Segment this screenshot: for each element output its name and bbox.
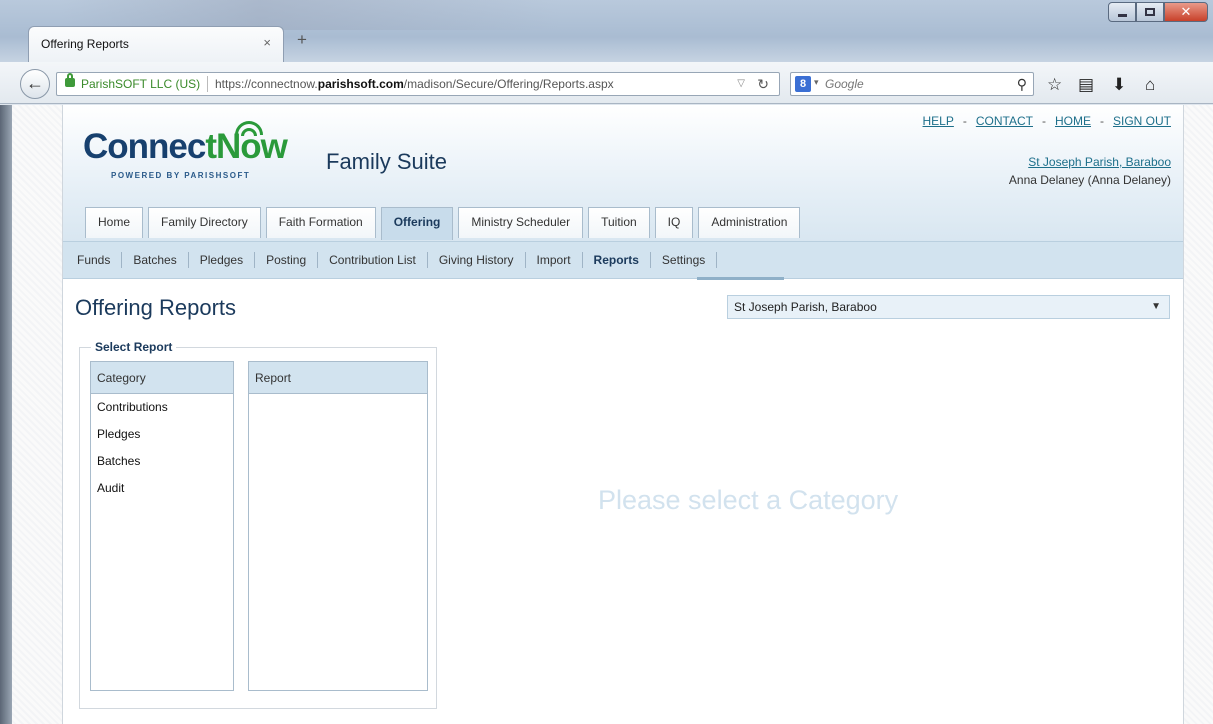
link-separator: -	[962, 114, 967, 128]
subnav-import[interactable]: Import	[537, 253, 571, 267]
page-title: Offering Reports	[75, 295, 237, 320]
tab-close-icon[interactable]: ×	[263, 35, 271, 50]
new-tab-button[interactable]: +	[292, 30, 312, 50]
subnav-divider	[716, 252, 718, 268]
parish-select[interactable]: St Joseph Parish, Baraboo ▼	[727, 295, 1170, 319]
tab-faith-formation[interactable]: Faith Formation	[265, 207, 376, 238]
search-icon[interactable]: ⚲	[1017, 76, 1027, 93]
url-prefix: https://connectnow.	[215, 77, 318, 91]
subnav-posting[interactable]: Posting	[266, 253, 306, 267]
close-window-button[interactable]: ✕	[1164, 2, 1208, 22]
search-engine-dropdown-icon[interactable]: ▾	[814, 77, 819, 88]
lock-icon	[65, 73, 75, 87]
subnav-divider	[649, 252, 651, 268]
tab-administration[interactable]: Administration	[698, 207, 801, 238]
dropdown-arrow-icon[interactable]: ▼	[1151, 296, 1161, 318]
tab-iq[interactable]: IQ	[654, 207, 694, 238]
tab-offering[interactable]: Offering	[380, 207, 454, 240]
address-url[interactable]: https://connectnow.parishsoft.com/madiso…	[215, 73, 614, 95]
connectnow-logo[interactable]: ConnectNow POWERED BY PARISHSOFT	[83, 121, 288, 180]
browser-titlebar: Offering Reports × + ✕	[0, 0, 1213, 62]
subnav-divider	[426, 252, 428, 268]
back-arrow-icon: ←	[26, 73, 44, 93]
tab-tuition[interactable]: Tuition	[588, 207, 650, 238]
tab-family-directory[interactable]: Family Directory	[148, 207, 261, 238]
tab-ministry-scheduler[interactable]: Ministry Scheduler	[458, 207, 584, 238]
close-icon: ✕	[1180, 4, 1192, 19]
help-link[interactable]: HELP	[923, 114, 954, 128]
subnav-divider	[581, 252, 583, 268]
site-identity[interactable]: ParishSOFT LLC (US)	[81, 73, 200, 95]
search-bar[interactable]: 8 ▾ Google ⚲	[790, 72, 1034, 96]
site-header: ConnectNow POWERED BY PARISHSOFT Family …	[63, 105, 1183, 255]
home-link[interactable]: HOME	[1055, 114, 1091, 128]
google-plus-icon[interactable]: 8	[795, 76, 811, 92]
address-separator	[207, 76, 208, 92]
logo-tagline: POWERED BY PARISHSOFT	[111, 171, 251, 180]
sign-out-link[interactable]: SIGN OUT	[1113, 114, 1171, 128]
subnav-divider	[254, 252, 256, 268]
search-placeholder: Google	[825, 77, 864, 91]
logo-part-connec: Connec	[83, 127, 206, 166]
maximize-icon	[1145, 8, 1155, 16]
browser-navbar: ← ParishSOFT LLC (US) https://connectnow…	[0, 62, 1213, 104]
active-subnav-indicator	[697, 277, 784, 280]
bookmark-star-icon[interactable]: ☆	[1047, 75, 1062, 95]
logo-part-cross: t	[205, 127, 217, 166]
subnav-batches[interactable]: Batches	[133, 253, 176, 267]
subnav-divider	[317, 252, 319, 268]
subnav-reports[interactable]: Reports	[594, 253, 639, 267]
report-list[interactable]: Report	[248, 361, 428, 691]
category-list[interactable]: Category Contributions Pledges Batches Audi…	[90, 361, 234, 691]
category-item-batches[interactable]: Batches	[91, 448, 233, 475]
category-item-audit[interactable]: Audit	[91, 475, 233, 502]
subnav-divider	[187, 252, 189, 268]
current-user: Anna Delaney (Anna Delaney)	[1008, 173, 1171, 187]
minimize-button[interactable]	[1108, 2, 1136, 22]
browser-viewport: ConnectNow POWERED BY PARISHSOFT Family …	[0, 105, 1213, 724]
subnav-pledges[interactable]: Pledges	[200, 253, 243, 267]
category-item-contributions[interactable]: Contributions	[91, 394, 233, 421]
bookmarks-list-icon[interactable]: ▤	[1078, 75, 1094, 95]
top-links: HELP - CONTACT - HOME - SIGN OUT	[923, 114, 1171, 128]
suite-title: Family Suite	[326, 149, 448, 174]
subnav-divider	[524, 252, 526, 268]
url-path: /madison/Secure/Offering/Reports.aspx	[403, 77, 614, 91]
main-tabs: Home Family Directory Faith Formation Offer…	[85, 207, 805, 240]
subnav-giving-history[interactable]: Giving History	[439, 253, 514, 267]
sub-navigation: Funds Batches Pledges Posting Contribution L…	[63, 241, 1183, 280]
reload-icon[interactable]: ↻	[757, 73, 769, 95]
url-dropdown-icon[interactable]: ▽	[737, 73, 745, 95]
url-domain: parishsoft.com	[317, 77, 404, 91]
subnav-contribution-list[interactable]: Contribution List	[329, 253, 416, 267]
parish-select-value: St Joseph Parish, Baraboo	[734, 300, 877, 314]
link-separator: -	[1041, 114, 1046, 128]
category-item-pledges[interactable]: Pledges	[91, 421, 233, 448]
back-button[interactable]: ←	[20, 69, 50, 99]
subnav-divider	[121, 252, 123, 268]
subnav-settings[interactable]: Settings	[662, 253, 705, 267]
window-controls: ✕	[1108, 2, 1208, 22]
download-icon[interactable]: ⬇	[1112, 75, 1126, 95]
contact-link[interactable]: CONTACT	[976, 114, 1033, 128]
select-report-legend: Select Report	[91, 340, 177, 354]
page-container: ConnectNow POWERED BY PARISHSOFT Family …	[62, 105, 1184, 724]
browser-tab-title: Offering Reports	[41, 37, 129, 51]
minimize-icon	[1117, 13, 1127, 17]
select-report-group: Select Report Category Contributions Pled…	[79, 340, 437, 709]
report-header: Report	[249, 362, 427, 394]
link-separator: -	[1099, 114, 1104, 128]
browser-tab[interactable]: Offering Reports ×	[28, 26, 284, 62]
address-bar[interactable]: ParishSOFT LLC (US) https://connectnow.p…	[56, 72, 780, 96]
home-icon[interactable]: ⌂	[1145, 75, 1155, 95]
desktop-edge	[0, 105, 12, 724]
category-header: Category	[91, 362, 233, 394]
parish-link[interactable]: St Joseph Parish, Baraboo	[1028, 155, 1171, 169]
empty-state-message: Please select a Category	[598, 485, 899, 515]
subnav-funds[interactable]: Funds	[77, 253, 110, 267]
tab-home[interactable]: Home	[85, 207, 144, 238]
maximize-button[interactable]	[1136, 2, 1164, 22]
